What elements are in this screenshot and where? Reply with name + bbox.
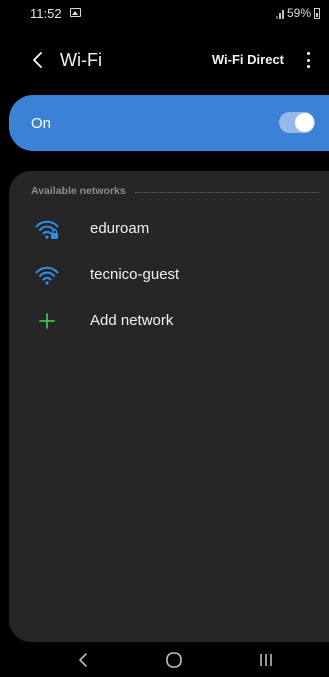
wifi-toggle-label: On	[31, 115, 52, 132]
section-header: Available networks	[31, 185, 319, 197]
plus-icon	[39, 313, 55, 329]
wifi-toggle-row[interactable]: On	[9, 95, 329, 151]
back-button[interactable]	[26, 48, 50, 72]
nav-back-button[interactable]	[63, 648, 103, 672]
nav-recents-button[interactable]	[246, 648, 286, 672]
nav-back-icon	[79, 653, 87, 667]
wifi-direct-button[interactable]: Wi-Fi Direct	[212, 52, 284, 67]
network-name: eduroam	[90, 220, 150, 237]
nav-home-icon	[166, 652, 182, 668]
navigation-bar	[0, 642, 329, 677]
wifi-locked-icon	[35, 220, 59, 239]
add-network-label: Add network	[90, 312, 174, 329]
networks-list: Available networks eduroam tecnico-guest…	[9, 171, 329, 642]
signal-strength-icon	[275, 8, 284, 19]
wifi-icon	[35, 266, 59, 285]
gallery-notification-icon	[70, 8, 81, 17]
status-indicators: 59%	[275, 6, 320, 20]
section-divider	[134, 191, 319, 193]
more-vertical-icon	[306, 58, 310, 62]
battery-icon	[314, 7, 320, 19]
network-item-tecnico-guest[interactable]: tecnico-guest	[9, 252, 329, 298]
page-title: Wi-Fi	[60, 50, 102, 70]
battery-percentage: 59%	[286, 6, 311, 20]
toggle-knob-icon	[295, 113, 314, 132]
add-network-button[interactable]: Add network	[9, 298, 329, 344]
app-bar: Wi-Fi Wi-Fi Direct	[0, 40, 329, 80]
status-time: 11:52	[30, 6, 62, 21]
back-chevron-icon	[33, 52, 42, 68]
nav-home-button[interactable]	[154, 648, 194, 672]
section-title: Available networks	[31, 185, 126, 197]
more-vertical-icon	[306, 52, 310, 55]
more-options-button[interactable]	[301, 50, 315, 70]
nav-recents-icon	[260, 654, 272, 666]
network-item-eduroam[interactable]: eduroam	[9, 206, 329, 252]
status-bar: 11:52 59%	[0, 0, 329, 26]
more-vertical-icon	[306, 65, 310, 68]
network-name: tecnico-guest	[90, 266, 180, 283]
